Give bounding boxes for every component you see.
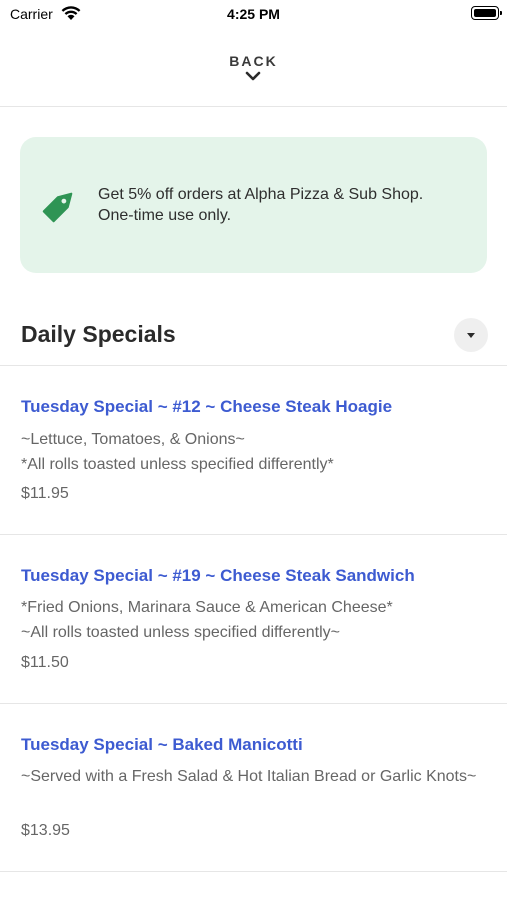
promo-text: Get 5% off orders at Alpha Pizza & Sub S… <box>98 186 424 224</box>
collapse-section-button[interactable] <box>454 318 488 352</box>
menu-item[interactable]: Tuesday Special ~ #19 ~ Cheese Steak San… <box>0 535 507 704</box>
tag-icon <box>42 192 73 223</box>
item-description: ~Lettuce, Tomatoes, & Onions~ *All rolls… <box>21 431 334 473</box>
item-name: Tuesday Special ~ #12 ~ Cheese Steak Hoa… <box>21 397 393 416</box>
item-price: $11.95 <box>21 485 69 502</box>
status-bar: Carrier 4:25 PM <box>0 0 507 30</box>
item-name: Tuesday Special ~ Baked Manicotti <box>21 735 303 754</box>
item-description: ~Served with a Fresh Salad & Hot Italian… <box>21 768 477 785</box>
promo-banner: Get 5% off orders at Alpha Pizza & Sub S… <box>20 137 487 273</box>
section-title: Daily Specials <box>21 321 176 347</box>
menu-item[interactable]: Tuesday Special ~ Baked Manicotti ~Serve… <box>0 704 507 872</box>
menu-item[interactable]: Tuesday Special ~ #12 ~ Cheese Steak Hoa… <box>0 366 507 535</box>
item-description: *Fried Onions, Marinara Sauce & American… <box>21 599 393 641</box>
clock: 4:25 PM <box>227 6 280 22</box>
daily-specials-header: Daily Specials <box>0 310 507 366</box>
caret-down-icon <box>467 333 475 338</box>
battery-icon <box>471 6 502 20</box>
item-price: $11.50 <box>21 654 69 671</box>
back-label: BACK <box>229 53 278 69</box>
back-button[interactable]: BACK <box>229 42 277 81</box>
item-price: $13.95 <box>21 822 70 839</box>
top-navigation: BACK <box>0 42 507 107</box>
item-name: Tuesday Special ~ #19 ~ Cheese Steak San… <box>21 566 415 585</box>
chevron-down-icon <box>246 71 261 81</box>
